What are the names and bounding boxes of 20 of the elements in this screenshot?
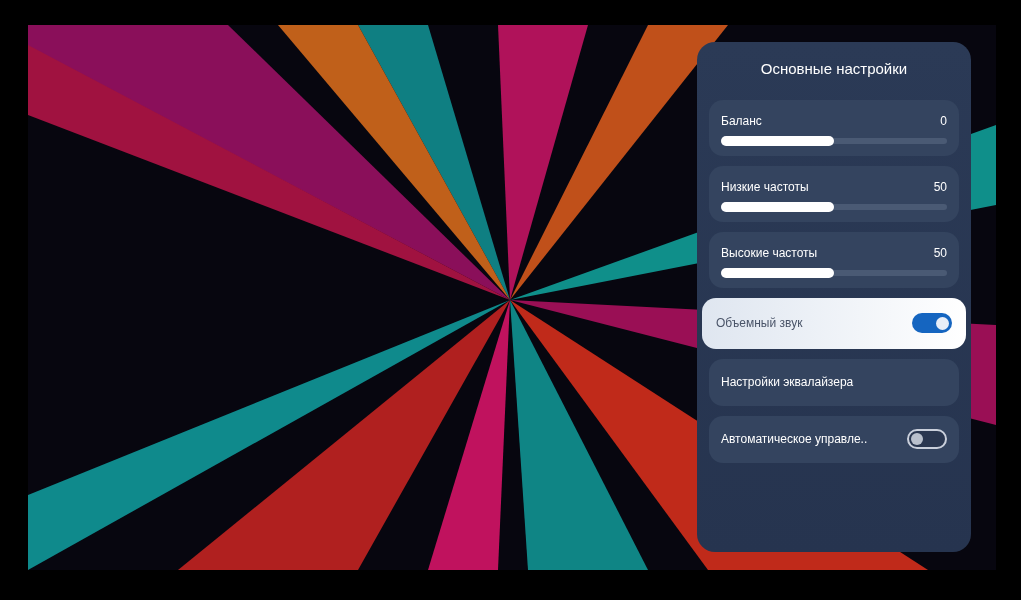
slider-value: 0 (940, 112, 947, 130)
slider-label: Баланс (721, 112, 762, 130)
toggle-switch[interactable] (907, 429, 947, 449)
toggle-row[interactable]: Объемный звук (702, 297, 966, 349)
slider-row[interactable]: Баланс 0 (709, 99, 959, 156)
slider-track[interactable] (721, 269, 947, 276)
toggle-label: Автоматическое управле.. (721, 431, 868, 448)
slider-track[interactable] (721, 203, 947, 210)
toggle-row[interactable]: Автоматическое управле.. (709, 415, 959, 463)
toggle-label: Объемный звук (716, 315, 803, 332)
slider-value: 50 (933, 244, 947, 262)
toggle-switch[interactable] (912, 313, 952, 333)
slider-row[interactable]: Высокие частоты 50 (709, 231, 959, 288)
slider-label: Низкие частоты (721, 178, 809, 196)
menu-item[interactable]: Настройки эквалайзера (709, 358, 959, 406)
panel-title: Основные настройки (760, 59, 908, 79)
slider-label: Высокие частоты (721, 244, 818, 262)
slider-value: 50 (933, 178, 947, 196)
slider-row[interactable]: Низкие частоты 50 (709, 165, 959, 222)
slider-track[interactable] (721, 137, 947, 144)
